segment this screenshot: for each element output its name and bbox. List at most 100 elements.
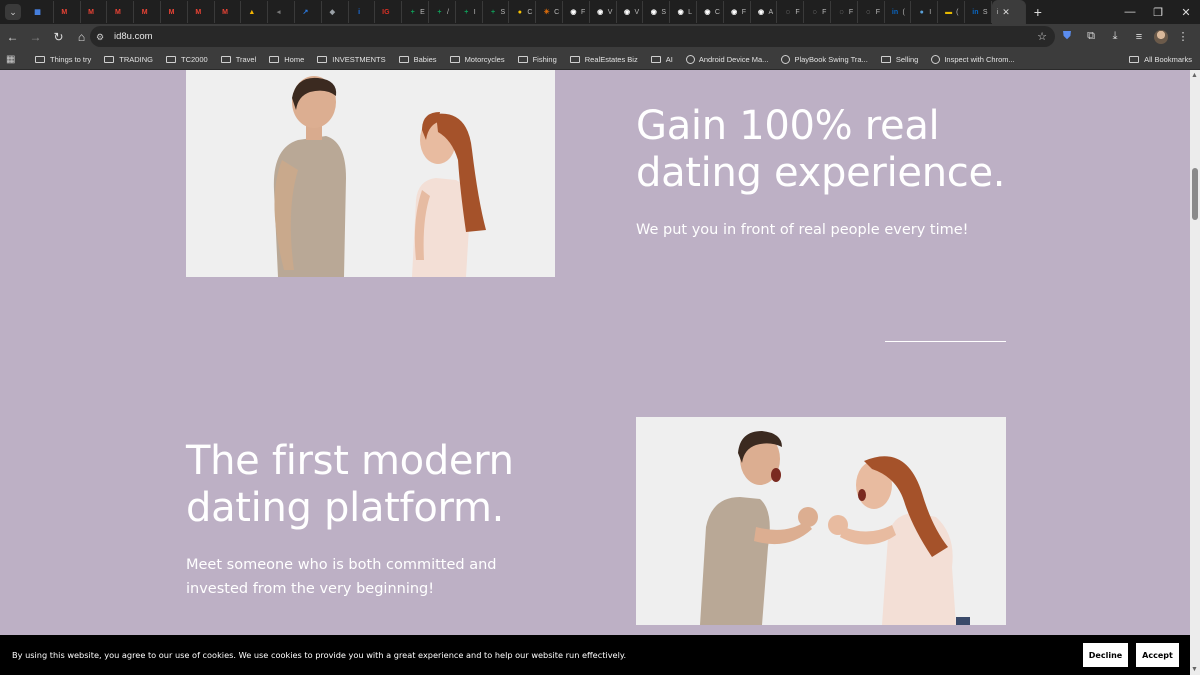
folder-icon bbox=[166, 55, 177, 63]
page-scrollbar[interactable]: ▲ ▼ bbox=[1190, 70, 1200, 675]
browser-tab[interactable]: M bbox=[215, 1, 242, 23]
browser-tab[interactable]: ◉ L bbox=[670, 1, 697, 23]
section2-subtext: Meet someone who is both committed and i… bbox=[186, 557, 497, 597]
browser-tab[interactable]: ◌ F bbox=[804, 1, 831, 23]
bookmark-link[interactable]: Android Device Ma... bbox=[685, 54, 768, 64]
decline-button[interactable]: Decline bbox=[1083, 643, 1128, 667]
browser-tab[interactable]: ◆ bbox=[322, 1, 349, 23]
browser-tab[interactable]: M bbox=[107, 1, 135, 23]
globe-icon bbox=[781, 54, 791, 64]
bookmark-folder[interactable]: AI bbox=[650, 55, 673, 64]
new-tab-button[interactable]: + bbox=[1034, 4, 1042, 20]
reload-icon[interactable]: ↻ bbox=[48, 30, 69, 44]
home-icon[interactable]: ⌂ bbox=[71, 30, 92, 44]
browser-tab[interactable]: ◉ F bbox=[724, 1, 751, 23]
browser-tab[interactable]: in( bbox=[885, 1, 912, 23]
back-icon[interactable]: ← bbox=[2, 30, 23, 44]
tab-title: F bbox=[822, 8, 827, 16]
bookmark-label: Babies bbox=[413, 54, 437, 64]
bookmark-folder[interactable]: Motorcycles bbox=[449, 55, 505, 64]
browser-tab[interactable]: ◉ S bbox=[643, 1, 671, 23]
browser-tab[interactable]: ▲ bbox=[241, 1, 269, 23]
password-manager-icon[interactable]: ⛊ bbox=[1058, 30, 1076, 43]
browser-tab[interactable]: M bbox=[134, 1, 161, 23]
browser-tab[interactable]: ↗ bbox=[295, 1, 322, 23]
browser-tab[interactable]: ◉ V bbox=[617, 1, 644, 23]
bookmark-folder[interactable]: Babies bbox=[398, 54, 437, 64]
browser-tab[interactable]: ◌ F bbox=[831, 1, 858, 23]
menu-icon[interactable]: ⋮ bbox=[1174, 30, 1192, 43]
bookmark-label: PlayBook Swing Tra... bbox=[794, 54, 868, 64]
download-icon[interactable]: ⤓ bbox=[1106, 30, 1124, 43]
tab-search-button[interactable]: ⌄ bbox=[5, 4, 21, 20]
all-bookmarks-label: All Bookmarks bbox=[1144, 54, 1192, 64]
minimize-button[interactable]: — bbox=[1116, 6, 1144, 18]
sheets-icon: + bbox=[410, 8, 415, 16]
browser-tab[interactable]: ✳ C bbox=[536, 1, 563, 23]
accept-button[interactable]: Accept bbox=[1136, 643, 1179, 667]
restore-button[interactable]: ❐ bbox=[1144, 6, 1172, 19]
browser-tab[interactable]: M bbox=[161, 1, 188, 23]
earth-icon: ● bbox=[919, 8, 924, 16]
reading-list-icon[interactable]: ≡ bbox=[1130, 31, 1148, 43]
browser-tab[interactable]: i bbox=[349, 1, 376, 23]
folder-icon bbox=[398, 55, 409, 63]
sheets-round-icon: + bbox=[464, 8, 469, 16]
browser-tab[interactable]: + I bbox=[456, 1, 483, 23]
browser-tab[interactable]: + E bbox=[402, 1, 429, 23]
bookmark-link[interactable]: PlayBook Swing Tra... bbox=[781, 54, 868, 64]
tab-title: F bbox=[848, 8, 854, 16]
browser-tab[interactable]: ◌ F bbox=[858, 1, 885, 23]
browser-tab[interactable]: M bbox=[188, 1, 215, 23]
site-info-icon[interactable]: ⚙ bbox=[96, 32, 110, 42]
all-bookmarks-folder[interactable]: All Bookmarks bbox=[1129, 49, 1192, 69]
browser-tab[interactable]: ◂ bbox=[268, 1, 295, 23]
shield-icon: ◆ bbox=[329, 9, 335, 16]
bookmark-folder[interactable]: Fishing bbox=[517, 55, 557, 64]
bookmark-folder[interactable]: RealEstates Biz bbox=[569, 55, 638, 64]
browser-tab[interactable]: + S bbox=[483, 1, 510, 23]
tab-title: V bbox=[607, 8, 613, 16]
bookmark-folder[interactable]: Things to try bbox=[35, 55, 91, 64]
bookmark-folder[interactable]: Home bbox=[269, 55, 304, 64]
browser-tab[interactable]: ◉ V bbox=[590, 1, 617, 23]
browser-tab[interactable]: ● I bbox=[911, 1, 939, 23]
scrollbar-thumb[interactable] bbox=[1192, 168, 1198, 220]
bookmark-folder[interactable]: TRADING bbox=[104, 55, 153, 64]
bookmark-star-icon[interactable]: ☆ bbox=[1037, 30, 1047, 43]
browser-tab[interactable]: ◉ C bbox=[697, 1, 724, 23]
bookmark-folder[interactable]: Selling bbox=[880, 55, 918, 64]
ig-icon: IG bbox=[382, 8, 390, 16]
bookmark-link[interactable]: Inspect with Chrom... bbox=[931, 54, 1015, 64]
browser-tab[interactable]: in S bbox=[965, 1, 992, 23]
browser-tab[interactable]: M bbox=[81, 1, 108, 23]
browser-tab[interactable]: ● C bbox=[509, 1, 537, 23]
bookmark-folder[interactable]: INVESTMENTS bbox=[317, 55, 386, 64]
gmail-icon: M bbox=[195, 8, 202, 16]
url-text[interactable]: id8u.com bbox=[114, 31, 153, 42]
extensions-icon[interactable]: ⧉ bbox=[1082, 30, 1100, 43]
active-tab[interactable]: i ✕ bbox=[991, 0, 1026, 24]
scroll-down-icon[interactable]: ▼ bbox=[1191, 666, 1198, 673]
bookmark-folder[interactable]: TC2000 bbox=[166, 55, 208, 64]
browser-tab[interactable]: ▦ bbox=[27, 1, 54, 23]
browser-tab[interactable]: ◉ F bbox=[563, 1, 590, 23]
browser-tab[interactable]: M bbox=[54, 1, 81, 23]
window-controls: — ❐ ✕ bbox=[1116, 0, 1200, 24]
browser-tab[interactable]: + / bbox=[429, 1, 456, 23]
section1-headline: Gain 100% real dating experience. bbox=[636, 103, 1006, 196]
browser-tab[interactable]: ▬( bbox=[938, 1, 965, 23]
address-bar[interactable]: ⚙ id8u.com ☆ bbox=[90, 26, 1055, 47]
browser-tab[interactable]: IG bbox=[375, 1, 403, 23]
apps-grid-icon[interactable]: ▦ bbox=[6, 54, 22, 65]
forward-icon[interactable]: → bbox=[25, 30, 46, 44]
browser-tab[interactable]: ◉ A bbox=[751, 1, 778, 23]
browser-tab[interactable]: ◌ F bbox=[777, 1, 805, 23]
close-window-button[interactable]: ✕ bbox=[1172, 6, 1200, 19]
scroll-up-icon[interactable]: ▲ bbox=[1191, 72, 1198, 79]
bookmark-folder[interactable]: Travel bbox=[220, 55, 256, 64]
close-tab-icon[interactable]: ✕ bbox=[1002, 7, 1010, 18]
profile-avatar[interactable] bbox=[1154, 29, 1168, 44]
folder-icon bbox=[35, 55, 45, 63]
tab-title: C bbox=[554, 8, 560, 16]
